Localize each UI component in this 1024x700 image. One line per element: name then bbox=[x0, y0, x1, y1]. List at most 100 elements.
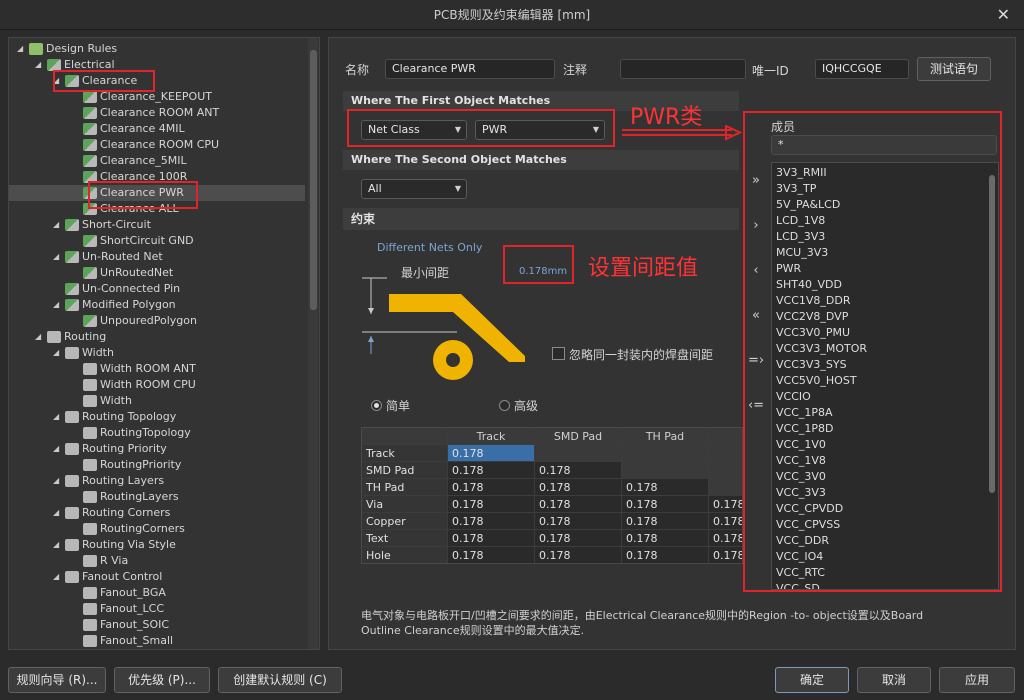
table-cell[interactable]: 0.178 bbox=[709, 530, 742, 547]
mode-advanced-radio[interactable] bbox=[499, 400, 510, 411]
close-icon[interactable]: ✕ bbox=[997, 0, 1010, 30]
tree-item[interactable]: Fanout_Small bbox=[9, 633, 173, 649]
rule-icon bbox=[29, 43, 43, 55]
expander-icon[interactable]: ◢ bbox=[53, 297, 63, 313]
table-cell[interactable]: 0.178 bbox=[448, 479, 535, 496]
second-match-value: All bbox=[368, 182, 382, 195]
tree-item[interactable]: ShortCircuit GND bbox=[9, 233, 194, 249]
tree-item[interactable]: Un-Connected Pin bbox=[9, 281, 180, 297]
table-cell[interactable]: 0.178 bbox=[709, 547, 742, 563]
comment-input[interactable] bbox=[620, 59, 746, 79]
table-cell[interactable]: 0.178 bbox=[622, 496, 709, 513]
tree-item[interactable]: ◢ Short-Circuit bbox=[9, 217, 151, 233]
tree-item[interactable]: ◢ Routing Layers bbox=[9, 473, 164, 489]
tree-item[interactable]: RoutingPriority bbox=[9, 457, 181, 473]
table-cell[interactable]: 0.178 bbox=[622, 547, 709, 563]
expander-icon[interactable]: ◢ bbox=[53, 505, 63, 521]
tree-item-label: Fanout_SOIC bbox=[100, 618, 170, 631]
apply-button[interactable]: 应用 bbox=[939, 667, 1015, 693]
tree-item[interactable]: UnpouredPolygon bbox=[9, 313, 197, 329]
table-cell[interactable]: 0.178 bbox=[535, 530, 622, 547]
table-cell[interactable]: 0.178 bbox=[448, 547, 535, 563]
tree-item[interactable]: Clearance ROOM CPU bbox=[9, 137, 219, 153]
table-cell[interactable]: 0.178 bbox=[535, 479, 622, 496]
expander-icon[interactable]: ◢ bbox=[53, 473, 63, 489]
rule-wizard-button[interactable]: 规则向导 (R)... bbox=[8, 667, 106, 693]
test-query-button[interactable]: 测试语句 bbox=[917, 57, 991, 81]
cancel-button[interactable]: 取消 bbox=[857, 667, 931, 693]
rule-description-line: 电气对象与电路板开口/凹槽之间要求的间距，由Electrical Clearan… bbox=[361, 609, 924, 622]
ignore-pad-clearance-checkbox[interactable] bbox=[552, 347, 565, 360]
tree-item[interactable]: ◢ Modified Polygon bbox=[9, 297, 176, 313]
tree-item[interactable]: RoutingCorners bbox=[9, 521, 185, 537]
expander-icon[interactable]: ◢ bbox=[53, 569, 63, 585]
table-cell[interactable]: 0.178 bbox=[535, 496, 622, 513]
table-cell[interactable] bbox=[622, 462, 709, 479]
ok-button[interactable]: 确定 bbox=[775, 667, 849, 693]
tree-item[interactable]: Clearance 4MIL bbox=[9, 121, 185, 137]
mode-simple-radio[interactable] bbox=[371, 400, 382, 411]
tree-item[interactable]: Clearance ROOM ANT bbox=[9, 105, 219, 121]
table-cell[interactable] bbox=[535, 445, 622, 462]
table-cell[interactable]: 0.178 bbox=[622, 479, 709, 496]
table-cell[interactable]: 0.178 bbox=[448, 513, 535, 530]
expander-icon[interactable]: ◢ bbox=[17, 41, 27, 57]
table-cell[interactable]: 0.178 bbox=[535, 513, 622, 530]
tree-item[interactable]: Width ROOM ANT bbox=[9, 361, 196, 377]
expander-icon[interactable]: ◢ bbox=[35, 329, 45, 345]
comment-label: 注释 bbox=[563, 63, 588, 77]
priority-button[interactable]: 优先级 (P)... bbox=[114, 667, 210, 693]
expander-icon[interactable]: ◢ bbox=[35, 57, 45, 73]
tree-item[interactable]: ◢ Routing bbox=[9, 329, 106, 345]
annotation-arrow-icon bbox=[622, 125, 742, 141]
tree-item[interactable]: ◢ Un-Routed Net bbox=[9, 249, 163, 265]
tree-item[interactable]: RoutingTopology bbox=[9, 425, 191, 441]
create-default-rules-button[interactable]: 创建默认规则 (C) bbox=[218, 667, 342, 693]
expander-icon[interactable]: ◢ bbox=[53, 441, 63, 457]
expander-icon[interactable]: ◢ bbox=[53, 537, 63, 553]
tree-item[interactable]: UnRoutedNet bbox=[9, 265, 173, 281]
table-cell[interactable] bbox=[709, 479, 742, 496]
table-cell[interactable]: 0.178 bbox=[535, 462, 622, 479]
constraints-header: 约束 bbox=[343, 208, 739, 230]
tree-item[interactable]: ◢ Routing Corners bbox=[9, 505, 170, 521]
routing-rule-icon bbox=[83, 635, 97, 647]
table-cell[interactable]: 0.178 bbox=[448, 462, 535, 479]
expander-icon[interactable]: ◢ bbox=[53, 345, 63, 361]
tree-item[interactable]: ◢ Routing Topology bbox=[9, 409, 176, 425]
tree-item[interactable]: Clearance_5MIL bbox=[9, 153, 187, 169]
clearance-table[interactable]: Track SMD Pad TH Pad Track 0.178 SMD Pad 0.178… bbox=[361, 427, 743, 564]
expander-icon[interactable]: ◢ bbox=[53, 409, 63, 425]
tree-item[interactable]: Fanout_LCC bbox=[9, 601, 164, 617]
tree-item[interactable]: ◢ Fanout Control bbox=[9, 569, 162, 585]
table-cell[interactable]: 0.178 bbox=[709, 513, 742, 530]
tree-item-label: Width ROOM CPU bbox=[100, 378, 196, 391]
tree-item[interactable]: Fanout_BGA bbox=[9, 585, 166, 601]
tree-scrollbar-thumb[interactable] bbox=[310, 50, 317, 310]
table-cell[interactable]: 0.178 bbox=[622, 530, 709, 547]
tree-item[interactable]: Fanout_SOIC bbox=[9, 617, 169, 633]
tree-item[interactable]: RoutingLayers bbox=[9, 489, 179, 505]
second-match-combo[interactable]: All ▼ bbox=[361, 179, 467, 199]
tree-item[interactable]: ◢ Routing Via Style bbox=[9, 537, 176, 553]
table-cell[interactable]: 0.178 bbox=[448, 445, 535, 462]
table-cell[interactable]: 0.178 bbox=[709, 496, 742, 513]
expander-icon[interactable]: ◢ bbox=[53, 249, 63, 265]
table-cell[interactable] bbox=[622, 445, 709, 462]
tree-item[interactable]: R Via bbox=[9, 553, 128, 569]
tree-item[interactable]: Width bbox=[9, 393, 132, 409]
name-input[interactable]: Clearance PWR bbox=[385, 59, 555, 79]
table-cell[interactable] bbox=[709, 462, 742, 479]
rules-tree[interactable]: ◢ Design Rules ◢ Electrical ◢ Clearance Cleara… bbox=[8, 37, 320, 650]
tree-item[interactable]: ◢ Design Rules bbox=[9, 41, 117, 57]
uid-input[interactable]: IQHCCGQE bbox=[815, 59, 909, 79]
tree-item[interactable]: ◢ Width bbox=[9, 345, 114, 361]
table-cell[interactable]: 0.178 bbox=[535, 547, 622, 563]
table-cell[interactable]: 0.178 bbox=[448, 496, 535, 513]
table-cell[interactable]: 0.178 bbox=[622, 513, 709, 530]
table-cell[interactable]: 0.178 bbox=[448, 530, 535, 547]
table-cell[interactable] bbox=[709, 445, 742, 462]
tree-item[interactable]: ◢ Routing Priority bbox=[9, 441, 167, 457]
expander-icon[interactable]: ◢ bbox=[53, 217, 63, 233]
tree-item[interactable]: Width ROOM CPU bbox=[9, 377, 196, 393]
